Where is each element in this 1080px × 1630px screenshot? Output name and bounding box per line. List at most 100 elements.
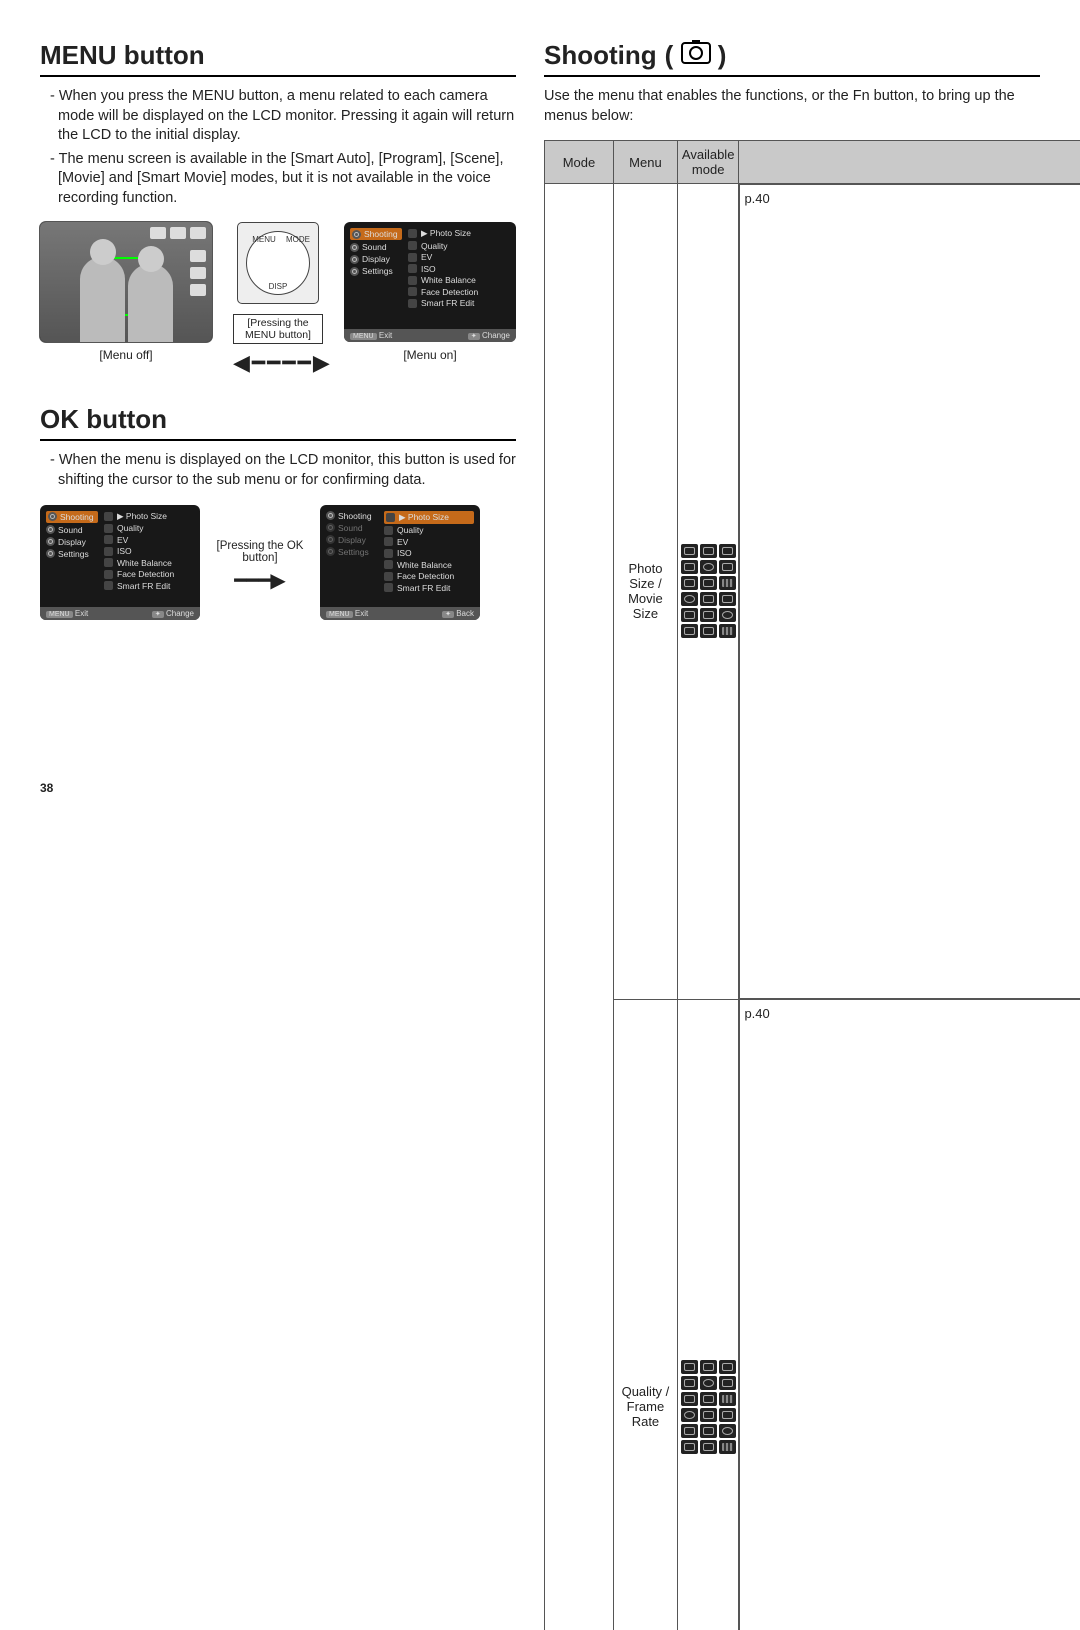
menu-item-icon: [384, 549, 393, 558]
menu-side-icon: [350, 267, 359, 276]
quality-icon: [190, 267, 206, 279]
menu-item-icon: [104, 570, 113, 579]
joystick-icon: ✦: [442, 611, 454, 618]
menu-item-icon: [104, 524, 113, 533]
joystick-icon: ✦: [468, 333, 480, 340]
menu-side-item: Display: [350, 254, 402, 264]
menu-item-icon: [384, 526, 393, 535]
menu-main-item: White Balance: [408, 275, 510, 285]
table-row: Quality / Frame Ratep.40: [545, 999, 1080, 1630]
menu-item-icon: [408, 241, 417, 250]
mode-icon: [719, 1408, 736, 1422]
th-avail: Available mode: [677, 141, 739, 184]
menu-side-icon: [350, 255, 359, 264]
menu-tag-icon: MENU: [350, 333, 377, 340]
flash-icon: [190, 284, 206, 296]
pressing-menu-caption: [Pressing the MENU button]: [233, 314, 323, 344]
mode-icon: [681, 624, 698, 638]
menu-main-item: ▶ Photo Size: [104, 511, 194, 522]
cam-mode-icon: [190, 227, 206, 239]
menu-item-icon: [408, 229, 417, 238]
shooting-modes-table: Mode Menu Available mode Page (Shooting)…: [544, 140, 1080, 1630]
menu-item-icon: [408, 287, 417, 296]
menu-main-item: Quality: [384, 525, 474, 535]
menu-main-item: White Balance: [104, 558, 194, 568]
mode-icon: [681, 592, 698, 606]
mode-icon: [719, 544, 736, 558]
menu-back-label: Back: [456, 609, 474, 618]
th-menu: Menu: [613, 141, 677, 184]
pressing-ok-caption: [Pressing the OK button] ━━━▶: [212, 540, 308, 593]
ok-para1: - When the menu is displayed on the LCD …: [40, 451, 516, 490]
mode-icon: [681, 576, 698, 590]
menu-side-item: Shooting: [46, 511, 98, 523]
mode-icon: [681, 1440, 698, 1454]
menu-exit-label: Exit: [75, 609, 88, 618]
arrow-right-icon: ━━━▶: [212, 568, 308, 593]
menu-screen-on: ShootingSoundDisplaySettings ▶ Photo Siz…: [344, 222, 516, 342]
photosize-icon: [190, 250, 206, 262]
menu-side-icon: [326, 535, 335, 544]
menu-button-heading: MENU button: [40, 40, 516, 77]
available-mode-cell: [677, 184, 739, 1000]
mode-cell: (Shooting): [545, 184, 614, 1630]
mode-icon: [700, 608, 717, 622]
th-mode: Mode: [545, 141, 614, 184]
menu-side-icon: [46, 549, 55, 558]
menu-item-icon: [104, 558, 113, 567]
menu-item-icon: [104, 547, 113, 556]
menu-side-icon: [326, 523, 335, 532]
menu-side-item: Settings: [326, 547, 378, 557]
menu-main-item: Quality: [408, 241, 510, 251]
wheel-mode-label: MODE: [286, 235, 310, 244]
available-mode-cell: [677, 999, 739, 1630]
mode-icon: [719, 560, 736, 574]
lcd-menu-on: ShootingSoundDisplaySettings ▶ Photo Siz…: [344, 222, 516, 362]
mode-icon: [700, 544, 717, 558]
page-cell: p.40: [739, 999, 1080, 1630]
menu-on-caption: [Menu on]: [344, 348, 516, 362]
ok-button-heading: OK button: [40, 404, 516, 441]
menu-side-icon: [350, 243, 359, 252]
menu-side-item: Shooting: [350, 228, 402, 240]
mode-icon: [719, 624, 736, 638]
mode-icon: [681, 1424, 698, 1438]
mode-icon: [681, 1408, 698, 1422]
menu-item-icon: [386, 513, 395, 522]
mode-icon: [700, 1392, 717, 1406]
menu-side-item: Settings: [46, 549, 98, 559]
menu-main-item: ISO: [104, 546, 194, 556]
menu-cell: Photo Size / Movie Size: [613, 184, 677, 1000]
menu-item-icon: [384, 583, 393, 592]
menu-main-item: EV: [408, 252, 510, 262]
menu-main-item: Smart FR Edit: [408, 298, 510, 308]
menu-main-item: Face Detection: [104, 569, 194, 579]
menu-side-item: Display: [46, 537, 98, 547]
mode-icon: [719, 1360, 736, 1374]
mode-icon: [700, 576, 717, 590]
menu-main-item: ISO: [384, 548, 474, 558]
menu-tag-icon: MENU: [326, 611, 353, 618]
menu-item-icon: [104, 535, 113, 544]
menu-off-caption: [Menu off]: [40, 348, 212, 362]
mode-icon: [700, 1424, 717, 1438]
menu-screen-after: Shooting Sound Display Settings ▶ Photo Siz…: [320, 505, 480, 620]
card-icon: [170, 227, 186, 239]
menu-main-item: EV: [104, 535, 194, 545]
menu-side-item: Sound: [326, 523, 378, 533]
wheel-menu-label: MENU: [252, 235, 276, 244]
mode-icon: [719, 608, 736, 622]
mode-icon: [681, 1392, 698, 1406]
menu-exit-label: Exit: [379, 331, 392, 340]
menu-para1: - When you press the MENU button, a menu…: [40, 87, 516, 146]
menu-side-item: Sound: [350, 242, 402, 252]
menu-main-item: ▶ Photo Size: [384, 511, 474, 524]
menu-side-item: Display: [326, 535, 378, 545]
menu-item-icon: [104, 581, 113, 590]
mode-icon: [700, 592, 717, 606]
lcd-preview-row: [Menu off] MENU MODE DISP [Pressing the …: [40, 222, 516, 376]
wheel-disp-label: DISP: [269, 282, 288, 291]
mode-icon: [681, 1376, 698, 1390]
shooting-intro: Use the menu that enables the functions,…: [544, 87, 1040, 126]
menu-side-item: Shooting: [326, 511, 378, 521]
